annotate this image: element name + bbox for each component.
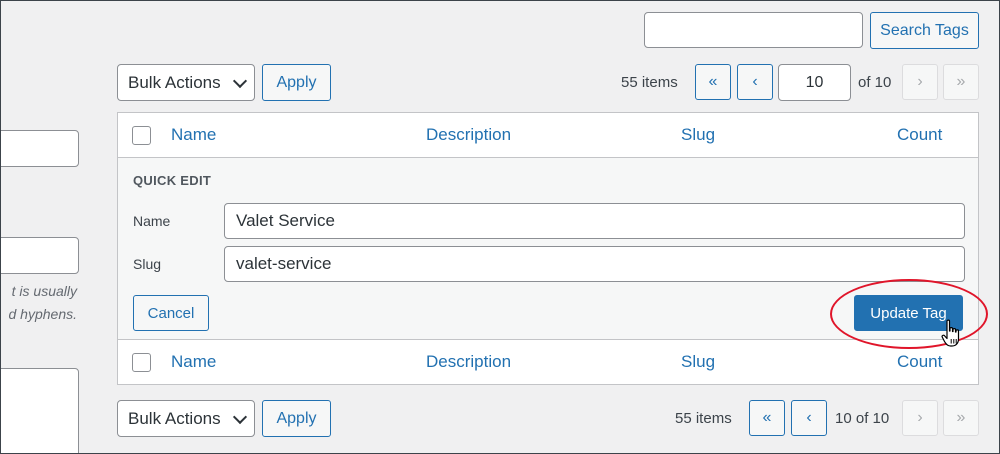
last-page-button-bottom: » bbox=[943, 400, 979, 436]
column-name-footer[interactable]: Name bbox=[171, 352, 216, 372]
search-tags-button[interactable]: Search Tags bbox=[870, 12, 979, 49]
highlight-ring bbox=[830, 279, 988, 349]
prev-page-button-bottom[interactable]: ‹ bbox=[791, 400, 827, 436]
slug-description-line1: t is usually bbox=[11, 283, 77, 299]
next-page-button-top: › bbox=[902, 64, 938, 100]
first-page-button-top[interactable]: « bbox=[695, 64, 731, 100]
tag-description-textarea-partial[interactable] bbox=[1, 368, 79, 453]
quick-edit-title: QUICK EDIT bbox=[133, 173, 212, 188]
current-page-input[interactable]: 10 bbox=[778, 64, 851, 101]
quick-edit-slug-input[interactable]: valet-service bbox=[224, 246, 965, 282]
tag-name-input-partial[interactable] bbox=[1, 130, 79, 167]
first-page-button-bottom[interactable]: « bbox=[749, 400, 785, 436]
page-indicator-bottom: 10 of 10 bbox=[835, 410, 890, 427]
screenshot-frame: t is usually d hyphens. Search Tags Bulk… bbox=[0, 0, 1000, 454]
total-pages-top: of 10 bbox=[858, 74, 892, 91]
tags-table: Name Description Slug Count QUICK EDIT N… bbox=[117, 112, 979, 385]
apply-button-top[interactable]: Apply bbox=[262, 64, 331, 101]
tag-slug-input-partial[interactable] bbox=[1, 237, 79, 274]
prev-page-button-top[interactable]: ‹ bbox=[737, 64, 773, 100]
quick-edit-name-label: Name bbox=[133, 213, 171, 229]
column-slug-footer[interactable]: Slug bbox=[681, 352, 715, 372]
cancel-button[interactable]: Cancel bbox=[133, 295, 209, 331]
table-footer: Name Description Slug Count bbox=[118, 339, 978, 385]
bulk-actions-select-bottom[interactable]: Bulk Actions bbox=[117, 400, 255, 437]
chevron-down-icon bbox=[232, 409, 248, 424]
column-description-header[interactable]: Description bbox=[426, 125, 511, 145]
select-all-checkbox-top[interactable] bbox=[132, 126, 151, 145]
column-count-footer[interactable]: Count bbox=[897, 352, 942, 372]
quick-edit-name-input[interactable]: Valet Service bbox=[224, 203, 965, 239]
next-page-button-bottom: › bbox=[902, 400, 938, 436]
apply-button-bottom[interactable]: Apply bbox=[262, 400, 331, 437]
bulk-actions-label: Bulk Actions bbox=[128, 408, 221, 428]
column-slug-header[interactable]: Slug bbox=[681, 125, 715, 145]
items-count-bottom: 55 items bbox=[675, 410, 732, 427]
bulk-actions-label: Bulk Actions bbox=[128, 72, 221, 92]
items-count-top: 55 items bbox=[621, 74, 678, 91]
select-all-checkbox-bottom[interactable] bbox=[132, 353, 151, 372]
table-header: Name Description Slug Count bbox=[118, 113, 978, 158]
column-description-footer[interactable]: Description bbox=[426, 352, 511, 372]
quick-edit-slug-label: Slug bbox=[133, 256, 162, 272]
search-tags-input[interactable] bbox=[644, 12, 863, 48]
column-name-header[interactable]: Name bbox=[171, 125, 216, 145]
last-page-button-top: » bbox=[943, 64, 979, 100]
chevron-down-icon bbox=[232, 73, 248, 88]
slug-description-line2: d hyphens. bbox=[8, 306, 78, 322]
hand-cursor-icon bbox=[941, 319, 960, 347]
column-count-header[interactable]: Count bbox=[897, 125, 942, 145]
bulk-actions-select-top[interactable]: Bulk Actions bbox=[117, 64, 255, 101]
